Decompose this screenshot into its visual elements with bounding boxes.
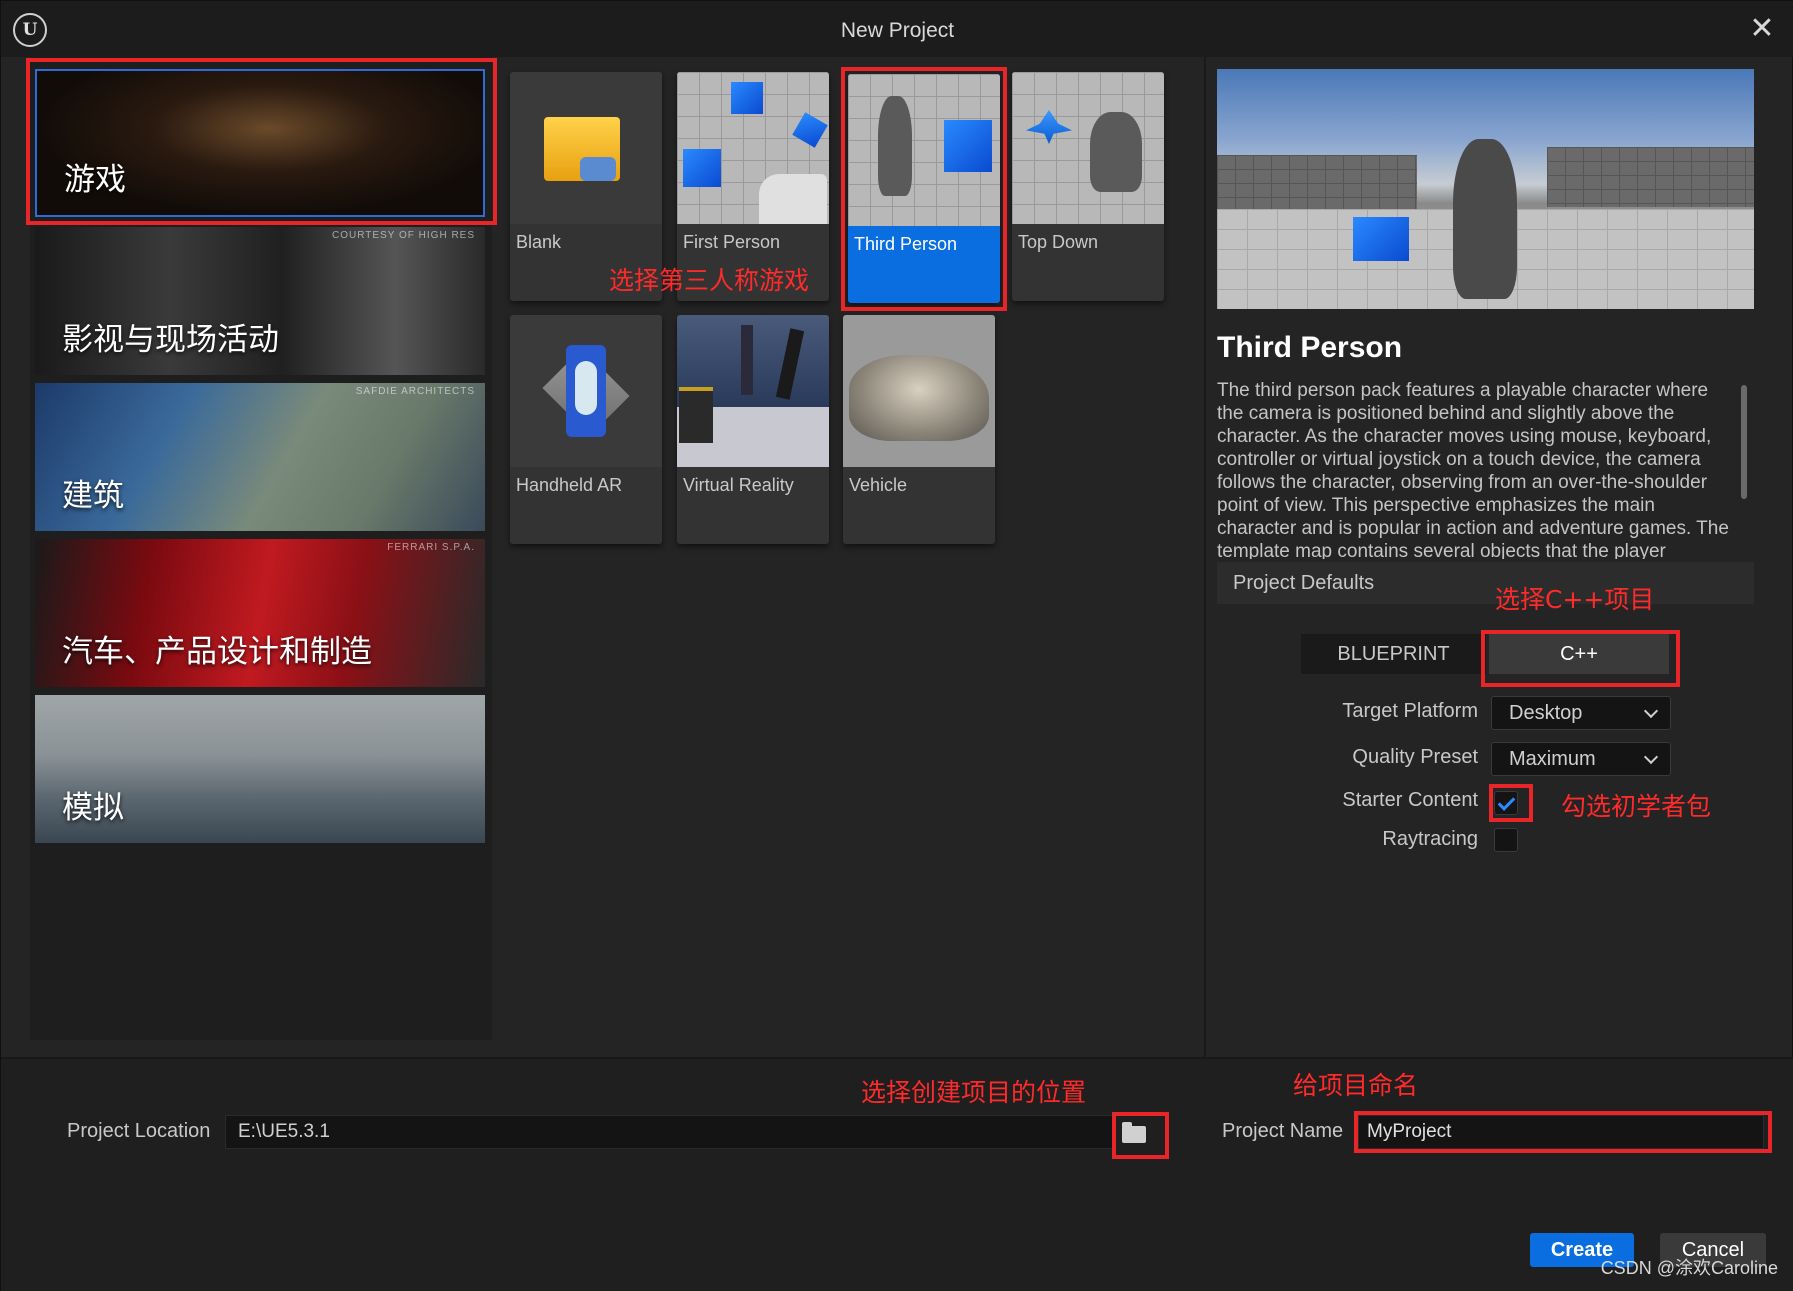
mannequin-shape: [1090, 112, 1142, 192]
category-label: 影视与现场活动: [62, 322, 279, 358]
browse-folder-button[interactable]: [1113, 1114, 1155, 1156]
project-defaults-header: Project Defaults: [1217, 562, 1754, 604]
annotation-name-project: 给项目命名: [1293, 1071, 1419, 1100]
project-location-input[interactable]: E:\UE5.3.1: [225, 1115, 1115, 1149]
chevron-down-icon: [1643, 703, 1659, 719]
category-architecture[interactable]: SAFDIE ARCHITECTS 建筑: [35, 383, 485, 531]
image-credit: SAFDIE ARCHITECTS: [355, 386, 475, 397]
project-defaults-label: Project Defaults: [1233, 572, 1375, 594]
window-title: New Project: [840, 19, 955, 42]
category-games[interactable]: 游戏: [35, 69, 485, 217]
template-thumbnail: [1012, 72, 1164, 224]
capsule-shape: [575, 361, 597, 415]
starter-content-checkbox[interactable]: [1494, 791, 1518, 815]
category-label: 建筑: [62, 478, 124, 514]
template-vehicle[interactable]: Vehicle: [843, 315, 995, 544]
watermark: CSDN @涂欢Caroline: [1600, 1258, 1778, 1278]
template-third-person[interactable]: Third Person: [848, 74, 1000, 303]
title-bar: U New Project ✕: [1, 1, 1793, 57]
template-description: The third person pack features a playabl…: [1217, 380, 1729, 559]
template-title: Third Person: [1217, 331, 1403, 364]
template-thumbnail: [848, 74, 1000, 226]
template-label: Blank: [516, 232, 562, 252]
category-automotive[interactable]: FERRARI S.P.A. 汽车、产品设计和制造: [35, 539, 485, 687]
mannequin-shape: [878, 96, 912, 196]
template-label: Handheld AR: [516, 475, 623, 495]
category-label: 汽车、产品设计和制造: [62, 634, 372, 670]
quality-preset-label: Quality Preset: [1352, 746, 1478, 768]
template-thumbnail: [677, 315, 829, 467]
car-shape: [849, 355, 989, 441]
wall-shape: [1217, 155, 1417, 215]
project-name-label: Project Name: [1222, 1120, 1344, 1142]
quality-preset-dropdown[interactable]: Maximum: [1491, 742, 1671, 776]
template-thumbnail: [510, 72, 662, 224]
template-thumbnail: [843, 315, 995, 467]
project-name-value: MyProject: [1367, 1121, 1452, 1142]
annotation-select-third-person: 选择第三人称游戏: [609, 266, 810, 295]
new-project-window: U New Project ✕ 游戏 COURTESY OF HIGH RES …: [0, 0, 1793, 1291]
category-simulation[interactable]: 模拟: [35, 695, 485, 843]
controller-shape: [775, 328, 805, 400]
cube-shape: [731, 82, 763, 114]
template-handheld-ar[interactable]: Handheld AR: [510, 315, 662, 544]
target-platform-label: Target Platform: [1342, 700, 1478, 722]
block-shape: [679, 387, 713, 443]
template-thumbnail: [510, 315, 662, 467]
quality-preset-value: Maximum: [1509, 748, 1596, 770]
panel-divider: [1204, 57, 1206, 1057]
blueprint-toggle[interactable]: BLUEPRINT: [1301, 634, 1486, 674]
template-label: First Person: [683, 232, 781, 252]
cpp-toggle[interactable]: C++: [1489, 634, 1669, 674]
cube-shape: [1353, 217, 1409, 261]
annotation-choose-location: 选择创建项目的位置: [861, 1078, 1087, 1107]
template-label: Third Person: [854, 234, 958, 254]
category-film[interactable]: COURTESY OF HIGH RES 影视与现场活动: [35, 227, 485, 375]
annotation-select-cpp: 选择C++项目: [1495, 585, 1655, 614]
pillar-shape: [741, 325, 753, 395]
project-name-input[interactable]: MyProject: [1358, 1115, 1764, 1149]
cube-shape: [792, 112, 828, 148]
category-panel: 游戏 COURTESY OF HIGH RES 影视与现场活动 SAFDIE A…: [30, 57, 492, 1040]
cube-shape: [944, 120, 992, 172]
template-virtual-reality[interactable]: Virtual Reality: [677, 315, 829, 544]
chevron-down-icon: [1643, 749, 1659, 765]
category-label: 游戏: [64, 162, 126, 198]
raytracing-checkbox[interactable]: [1494, 828, 1518, 852]
template-label: Virtual Reality: [683, 475, 794, 495]
template-label: Top Down: [1018, 232, 1099, 252]
image-credit: FERRARI S.P.A.: [387, 542, 475, 553]
template-top-down[interactable]: Top Down: [1012, 72, 1164, 301]
folder-icon: [1122, 1122, 1146, 1143]
target-platform-value: Desktop: [1509, 702, 1583, 724]
controller-icon: [580, 157, 616, 181]
arrows-icon: [1026, 110, 1072, 144]
description-scrollbar[interactable]: [1741, 385, 1747, 499]
project-location-value: E:\UE5.3.1: [238, 1121, 330, 1142]
close-icon[interactable]: ✕: [1748, 14, 1776, 44]
cube-shape: [683, 149, 721, 187]
wall-shape: [1547, 147, 1754, 207]
category-label: 模拟: [62, 790, 124, 826]
project-location-label: Project Location: [67, 1120, 211, 1142]
template-label: Vehicle: [849, 475, 908, 495]
image-credit: COURTESY OF HIGH RES: [332, 230, 475, 241]
target-platform-dropdown[interactable]: Desktop: [1491, 696, 1671, 730]
raytracing-label: Raytracing: [1382, 828, 1478, 850]
template-thumbnail: [677, 72, 829, 224]
gun-shape: [759, 174, 827, 224]
template-preview-image: [1217, 69, 1754, 309]
starter-content-label: Starter Content: [1342, 789, 1478, 811]
annotation-check-starter: 勾选初学者包: [1561, 792, 1712, 821]
mannequin-shape: [1453, 139, 1517, 299]
